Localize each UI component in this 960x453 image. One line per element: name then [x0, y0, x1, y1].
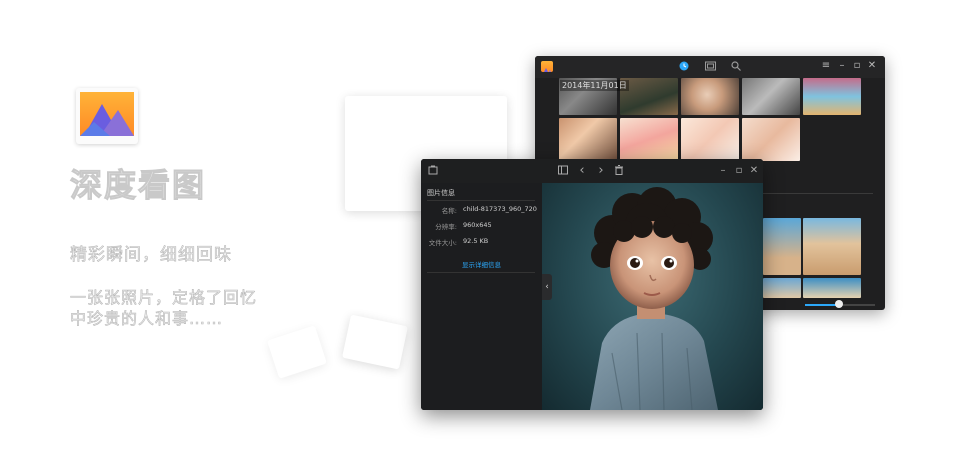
photo-thumbnail[interactable] [559, 118, 617, 161]
minimize-icon[interactable]: – [717, 165, 729, 177]
info-key-resolution: 分辨率: [435, 223, 457, 231]
album-icon[interactable] [704, 61, 716, 73]
maximize-icon[interactable]: ▫ [733, 165, 745, 177]
photo-thumbnail[interactable] [803, 218, 861, 275]
viewer-window: ‹ › – ▫ ✕ 图片信息 名称: child-817373_960_720 … [421, 159, 763, 410]
photo-thumbnail[interactable] [681, 78, 739, 115]
app-logo-image [80, 92, 134, 136]
fit-window-icon[interactable] [557, 165, 569, 177]
info-value-filesize: 92.5 KB [463, 237, 489, 245]
previous-icon[interactable]: ‹ [576, 164, 588, 177]
info-key-filesize: 文件大小: [428, 239, 457, 247]
deco-photo-card [267, 325, 327, 379]
section-divider [763, 193, 873, 194]
divider [427, 272, 535, 273]
date-label: 2014年11月01日 [560, 80, 629, 91]
show-details-link[interactable]: 显示详细信息 [421, 259, 542, 269]
photo-thumbnail[interactable] [742, 78, 800, 115]
next-icon[interactable]: › [595, 164, 607, 177]
library-titlebar: ≡ – ▫ ✕ [535, 56, 885, 78]
close-icon[interactable]: ✕ [748, 165, 760, 177]
info-value-resolution: 960x645 [463, 221, 492, 229]
divider [427, 200, 535, 201]
image-info-panel: 图片信息 名称: child-817373_960_720 分辨率: 960x6… [421, 183, 542, 410]
menu-icon[interactable]: ≡ [820, 60, 832, 72]
app-logo [76, 88, 138, 144]
photo-thumbnail[interactable] [681, 118, 739, 161]
photo-thumbnail[interactable] [620, 118, 678, 161]
delete-icon[interactable] [613, 165, 625, 177]
info-key-name: 名称: [441, 207, 457, 215]
app-logo-small [541, 61, 553, 72]
timeline-icon[interactable] [678, 61, 690, 73]
collapse-panel-button[interactable]: ‹ [542, 274, 552, 300]
viewer-titlebar: ‹ › – ▫ ✕ [421, 159, 763, 183]
minimize-icon[interactable]: – [836, 60, 848, 72]
photo-thumbnail[interactable] [763, 218, 801, 275]
deco-photo-card [342, 314, 408, 370]
app-title: 深度看图 [69, 166, 207, 205]
tagline-1: 精彩瞬间，细细回味 [70, 245, 232, 266]
info-value-name: child-817373_960_720 [463, 205, 537, 213]
zoom-slider-handle[interactable] [835, 300, 843, 308]
photo-thumbnail[interactable] [742, 118, 800, 161]
tagline-3: 中珍贵的人和事…… [70, 309, 224, 329]
app-menu-icon[interactable] [427, 165, 439, 177]
zoom-slider-fill [805, 304, 839, 306]
photo-thumbnail[interactable] [763, 278, 801, 298]
maximize-icon[interactable]: ▫ [851, 60, 863, 72]
photo-thumbnail[interactable] [803, 278, 861, 298]
info-panel-title: 图片信息 [427, 189, 455, 197]
photo-thumbnail[interactable] [803, 78, 861, 115]
close-icon[interactable]: ✕ [866, 60, 878, 72]
search-icon[interactable] [730, 61, 742, 73]
main-photo [542, 183, 763, 410]
